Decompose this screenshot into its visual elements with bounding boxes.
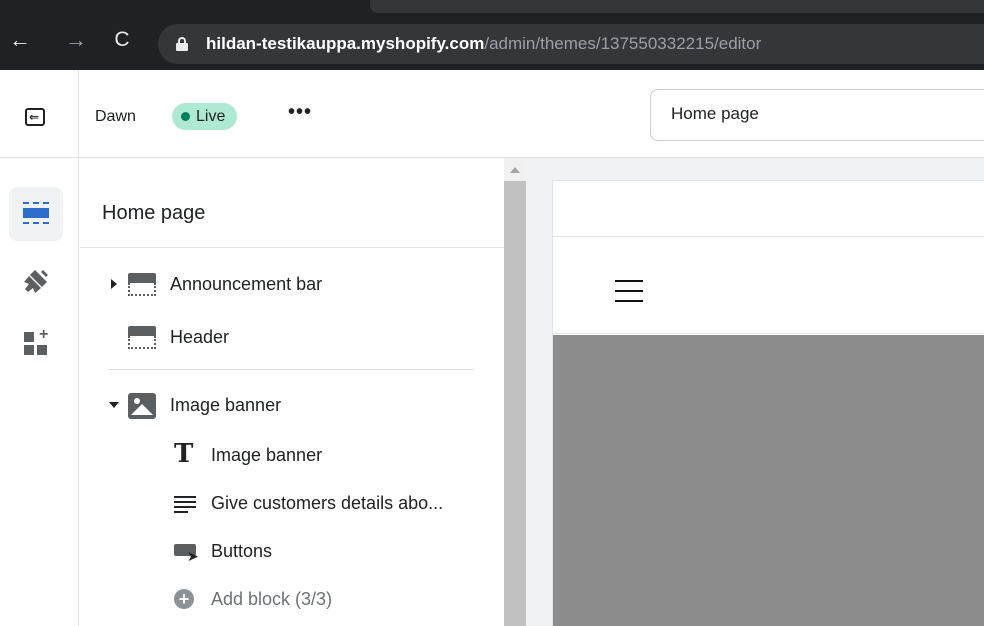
back-arrow-icon[interactable]: ←: [8, 28, 32, 52]
block-label: Image banner: [211, 445, 323, 465]
section-item-announcement-bar[interactable]: Announcement bar: [80, 264, 504, 304]
exit-icon: ⇐: [25, 108, 45, 126]
rail-item-app-embeds[interactable]: +: [9, 316, 63, 370]
browser-tab-strip: [0, 0, 984, 13]
rail-item-sections[interactable]: [9, 187, 63, 241]
paint-brush-icon: [24, 270, 48, 293]
apps-add-icon: +: [24, 327, 48, 356]
scroll-up-arrow-icon[interactable]: [510, 167, 520, 173]
block-item-text[interactable]: Give customers details abo...: [80, 483, 504, 523]
page-selector-value: Home page: [671, 104, 759, 123]
theme-preview: [526, 158, 984, 626]
preview-frame: [552, 180, 984, 626]
add-circle-icon: +: [174, 589, 194, 609]
preview-image-banner[interactable]: [553, 335, 984, 626]
block-label: Give customers details abo...: [211, 493, 444, 513]
add-block-label: Add block (3/3): [211, 589, 333, 609]
section-block-icon: [128, 326, 156, 350]
text-paragraph-icon: [174, 496, 196, 514]
browser-toolbar: ← → C hildan-testikauppa.myshopify.com/a…: [0, 0, 984, 70]
address-url[interactable]: hildan-testikauppa.myshopify.com/admin/t…: [206, 33, 761, 55]
add-block-button[interactable]: + Add block (3/3): [80, 579, 504, 619]
sections-icon: [23, 202, 49, 224]
live-dot-icon: [181, 112, 190, 121]
caret-right-icon[interactable]: [111, 279, 117, 289]
page-selector[interactable]: Home page: [650, 89, 984, 141]
url-host: hildan-testikauppa.myshopify.com: [206, 34, 485, 53]
sidebar-scrollbar[interactable]: [504, 158, 526, 626]
live-status-badge: Live: [172, 103, 238, 130]
editor-topbar: ⇐ Dawn Live ••• Home page: [0, 70, 984, 158]
text-heading-icon: T: [174, 439, 194, 469]
scrollbar-thumb[interactable]: [504, 181, 526, 626]
theme-name: Dawn: [95, 108, 136, 125]
live-label: Live: [196, 108, 226, 125]
preview-header[interactable]: [553, 238, 984, 334]
section-item-header[interactable]: Header: [80, 317, 504, 357]
image-icon: [128, 393, 156, 419]
section-label: Header: [170, 327, 230, 347]
forward-arrow-icon[interactable]: →: [64, 28, 88, 52]
sidebar-title: Home page: [102, 202, 206, 224]
block-item-buttons[interactable]: ➤ Buttons: [80, 531, 504, 571]
section-block-icon: [128, 273, 156, 297]
exit-editor-button[interactable]: ⇐: [0, 70, 79, 158]
reload-icon[interactable]: C: [110, 28, 134, 52]
lock-icon[interactable]: [176, 37, 188, 51]
preview-announcement-bar[interactable]: [553, 181, 984, 237]
url-path: /admin/themes/137550332215/editor: [484, 34, 762, 53]
section-label: Announcement bar: [170, 274, 323, 294]
more-actions-button[interactable]: •••: [283, 102, 317, 128]
block-item-image-banner-heading[interactable]: T Image banner: [80, 435, 504, 475]
sections-sidebar: Home page Announcement bar Header Image …: [80, 158, 504, 626]
caret-down-icon[interactable]: [109, 402, 119, 408]
sidebar-divider: [80, 247, 504, 248]
section-item-image-banner[interactable]: Image banner: [80, 385, 504, 425]
section-label: Image banner: [170, 395, 282, 415]
browser-tab-edge: [370, 0, 984, 13]
section-group-divider: [108, 369, 474, 370]
hamburger-menu-icon[interactable]: [615, 280, 643, 302]
block-label: Buttons: [211, 541, 273, 561]
editor-rail: +: [0, 158, 79, 626]
rail-item-theme-settings[interactable]: [9, 254, 63, 308]
buttons-icon: ➤: [174, 544, 200, 563]
